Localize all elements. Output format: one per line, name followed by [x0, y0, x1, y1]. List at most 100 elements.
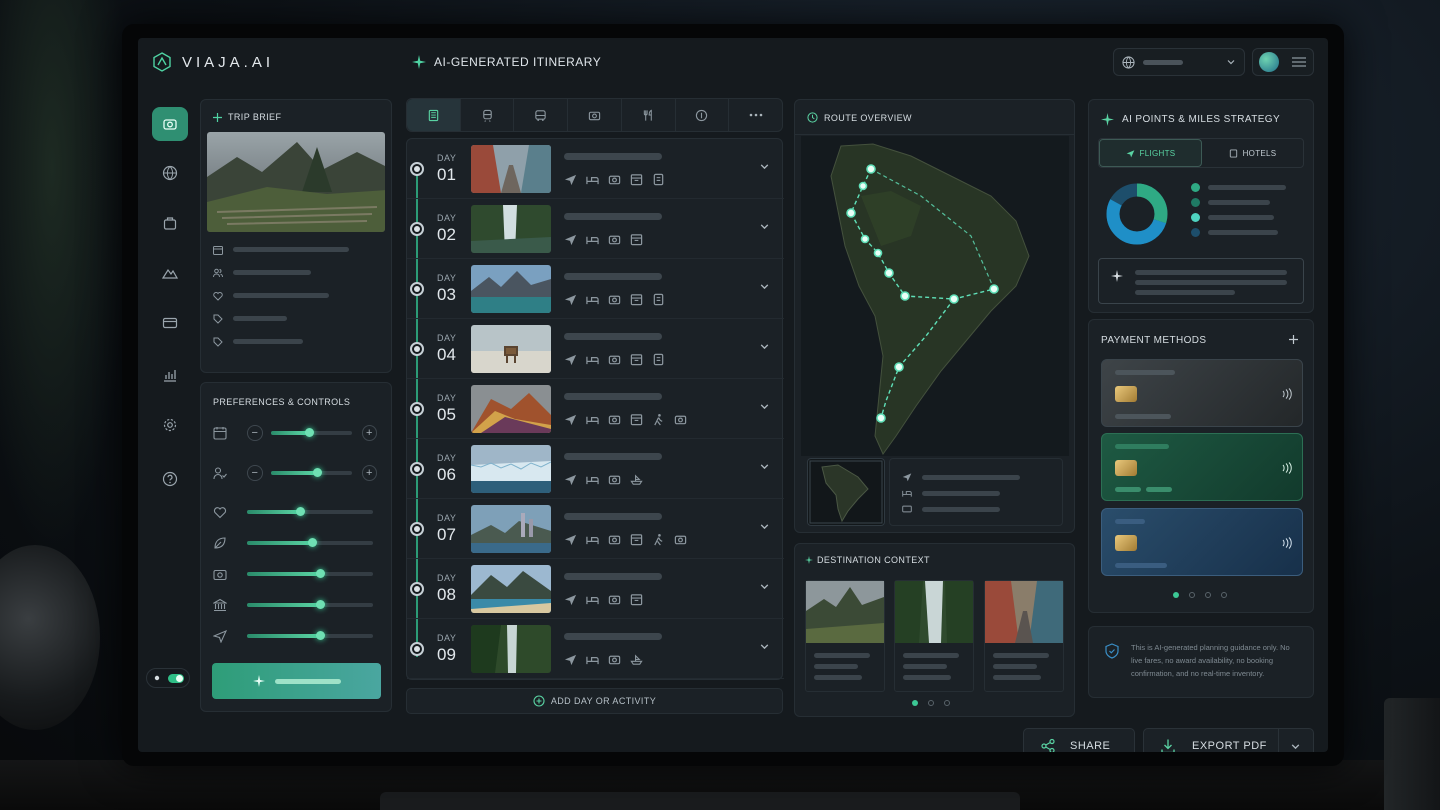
tab-camera[interactable] [568, 99, 622, 131]
bed-icon[interactable] [586, 173, 599, 186]
destination-card[interactable] [984, 580, 1064, 692]
tab-train[interactable] [461, 99, 515, 131]
cards-pagination[interactable] [1173, 592, 1227, 598]
destination-card[interactable] [805, 580, 885, 692]
tab-budget[interactable] [676, 99, 730, 131]
brand-logo[interactable]: VIAJA.AI [152, 52, 274, 72]
bed-icon[interactable] [586, 293, 599, 306]
calendar-icon[interactable] [630, 413, 643, 426]
camera-icon[interactable] [608, 533, 621, 546]
day-row[interactable]: DAY 02 [407, 199, 784, 259]
pref-dates-stepper[interactable]: − + [213, 425, 377, 441]
ticket-icon[interactable] [652, 293, 665, 306]
tab-hotels[interactable]: HOTELS [1202, 139, 1303, 167]
calendar-icon[interactable] [630, 233, 643, 246]
bed-icon[interactable] [586, 233, 599, 246]
rail-mountain[interactable] [152, 256, 188, 290]
bed-icon[interactable] [586, 353, 599, 366]
day-row[interactable]: DAY 05 [407, 379, 784, 439]
rail-globe[interactable] [152, 156, 188, 190]
pref-travelers-stepper[interactable]: − + [213, 465, 377, 481]
avatar[interactable] [1259, 52, 1279, 72]
plane-icon[interactable] [564, 173, 577, 186]
chevron-down-icon[interactable] [759, 161, 770, 172]
payment-card-dark[interactable] [1101, 359, 1303, 427]
chevron-down-icon[interactable] [759, 581, 770, 592]
rail-camera[interactable] [152, 107, 188, 141]
camera-icon[interactable] [608, 173, 621, 186]
tab-dining[interactable] [622, 99, 676, 131]
rail-card[interactable] [152, 306, 188, 340]
pref-interest-slider[interactable] [213, 505, 377, 519]
plane-icon[interactable] [564, 233, 577, 246]
decrease-button[interactable]: − [247, 465, 263, 481]
tab-bus[interactable] [514, 99, 569, 131]
day-row[interactable]: DAY 08 [407, 559, 784, 619]
chevron-down-icon[interactable] [759, 641, 770, 652]
chevron-down-icon[interactable] [759, 281, 770, 292]
hike-icon[interactable] [652, 533, 665, 546]
calendar-icon[interactable] [630, 173, 643, 186]
pref-photography-slider[interactable] [213, 567, 377, 581]
rail-bag[interactable] [152, 206, 188, 240]
bed-icon[interactable] [586, 533, 599, 546]
share-button[interactable]: SHARE [1023, 728, 1135, 752]
bed-icon[interactable] [586, 413, 599, 426]
day-row[interactable]: DAY 01 [407, 139, 784, 199]
rail-settings[interactable] [152, 408, 188, 442]
increase-button[interactable]: + [361, 425, 377, 441]
decrease-button[interactable]: − [247, 425, 263, 441]
ticket-icon[interactable] [652, 353, 665, 366]
chevron-down-icon[interactable] [759, 221, 770, 232]
chevron-down-icon[interactable] [759, 461, 770, 472]
minimap[interactable] [807, 458, 885, 526]
calendar-icon[interactable] [630, 593, 643, 606]
ticket-icon[interactable] [652, 173, 665, 186]
pref-nature-slider[interactable] [213, 536, 377, 550]
travelers-slider[interactable] [270, 468, 352, 477]
day-row[interactable]: DAY 09 [407, 619, 784, 679]
add-day-button[interactable]: ADD DAY OR ACTIVITY [406, 688, 783, 714]
dates-slider[interactable] [270, 428, 352, 437]
payment-card-green[interactable] [1101, 433, 1303, 501]
plane-icon[interactable] [564, 353, 577, 366]
day-row[interactable]: DAY 04 [407, 319, 784, 379]
chevron-down-icon[interactable] [759, 521, 770, 532]
route-map[interactable] [801, 136, 1069, 456]
bed-icon[interactable] [586, 473, 599, 486]
chevron-down-icon[interactable] [759, 341, 770, 352]
payment-card-blue[interactable] [1101, 508, 1303, 576]
menu-icon[interactable] [1291, 56, 1307, 68]
day-row[interactable]: DAY 03 [407, 259, 784, 319]
increase-button[interactable]: + [361, 465, 377, 481]
chevron-down-icon[interactable] [1290, 741, 1301, 752]
language-select[interactable] [1113, 48, 1245, 76]
hike-icon[interactable] [652, 413, 665, 426]
bed-icon[interactable] [586, 593, 599, 606]
day-row[interactable]: DAY 07 [407, 499, 784, 559]
camera-icon[interactable] [608, 353, 621, 366]
generate-button[interactable] [212, 663, 381, 699]
boat-icon[interactable] [630, 473, 643, 486]
tab-flights[interactable]: FLIGHTS [1099, 139, 1202, 167]
rail-help[interactable] [152, 462, 188, 496]
export-pdf-button[interactable]: EXPORT PDF [1143, 728, 1314, 752]
plane-icon[interactable] [564, 533, 577, 546]
calendar-icon[interactable] [630, 533, 643, 546]
camera-icon[interactable] [608, 593, 621, 606]
camera-icon[interactable] [608, 293, 621, 306]
plane-icon[interactable] [564, 413, 577, 426]
camera-icon[interactable] [608, 473, 621, 486]
pref-flights-slider[interactable] [213, 629, 377, 643]
bed-icon[interactable] [586, 653, 599, 666]
rail-chart[interactable] [152, 358, 188, 392]
pref-culture-slider[interactable] [213, 598, 377, 612]
tab-more[interactable] [729, 99, 782, 131]
plane-icon[interactable] [564, 293, 577, 306]
camera-icon[interactable] [608, 233, 621, 246]
plane-icon[interactable] [564, 653, 577, 666]
plane-icon[interactable] [564, 473, 577, 486]
theme-toggle[interactable] [146, 668, 190, 688]
camera-icon[interactable] [608, 413, 621, 426]
add-icon[interactable] [1288, 334, 1299, 345]
